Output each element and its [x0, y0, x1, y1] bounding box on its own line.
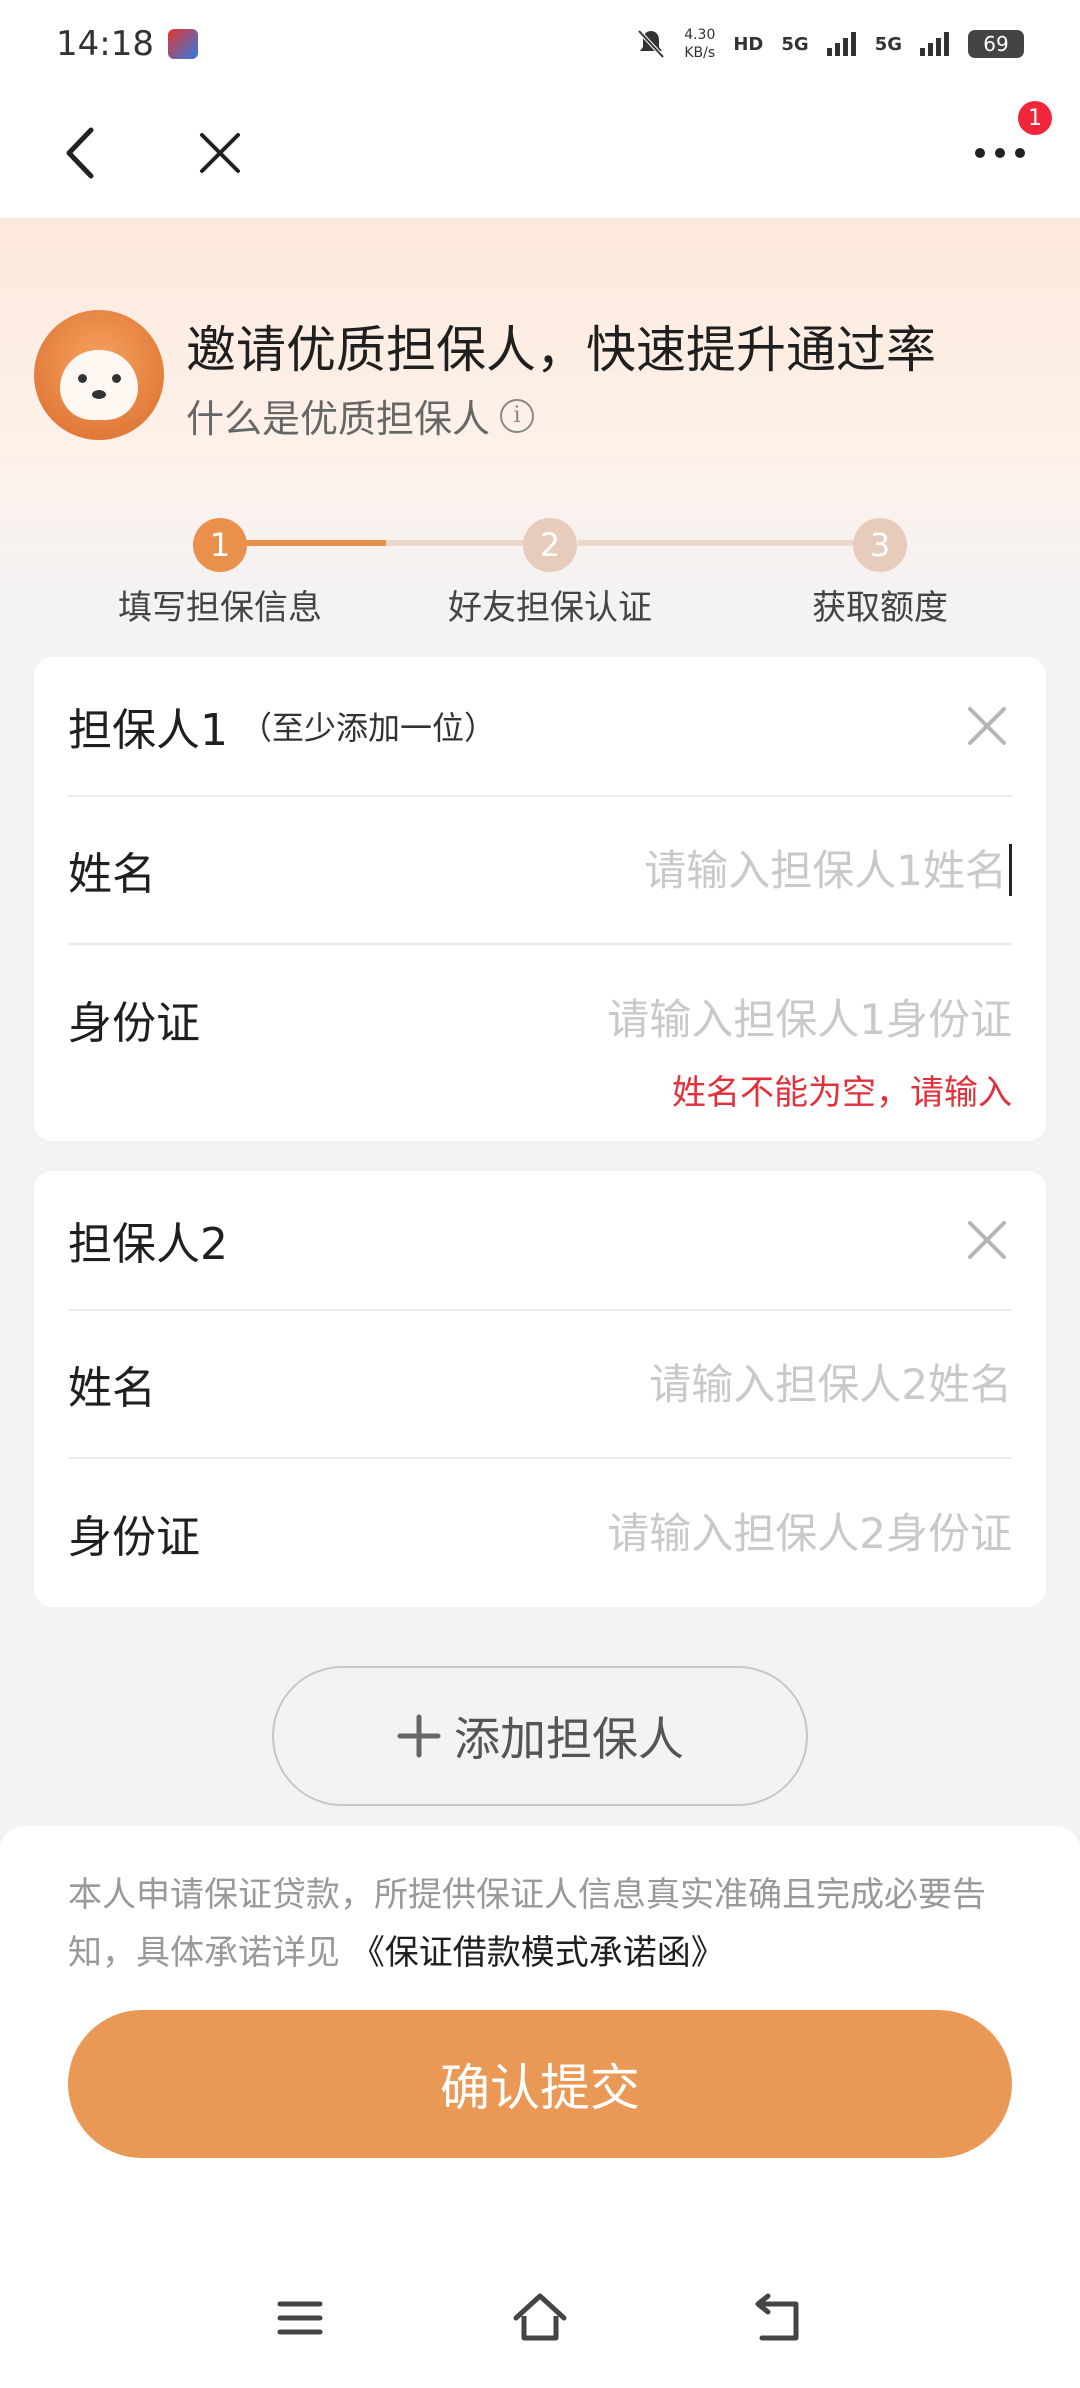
- net-speed: 4.30 KB/s: [684, 27, 716, 61]
- progress-steps: 1 2 3 填写担保信息 好友担保认证 获取额度: [0, 510, 1080, 630]
- text-caret: [1009, 844, 1012, 896]
- add-guarantor-label: 添加担保人: [454, 1712, 684, 1766]
- guarantor-1-name-input[interactable]: [328, 845, 1007, 895]
- back-button[interactable]: [50, 123, 110, 183]
- subtitle-text: 什么是优质担保人: [186, 397, 491, 441]
- add-guarantor-button[interactable]: 添加担保人: [272, 1666, 808, 1806]
- step-2-label: 好友担保认证: [448, 588, 652, 628]
- close-icon: [200, 133, 240, 173]
- status-time: 14:18: [56, 24, 154, 64]
- step-1-label: 填写担保信息: [118, 588, 322, 628]
- plus-icon: [397, 1714, 441, 1758]
- guarantor-1-hint: （至少添加一位）: [240, 709, 497, 747]
- step-3-circle: 3: [853, 518, 907, 572]
- guarantor-2-name-row: 姓名: [68, 1311, 1012, 1459]
- name-error-message: 姓名不能为空，请输入: [672, 1073, 1012, 1113]
- guarantor-1-header: 担保人1 （至少添加一位）: [68, 657, 1012, 797]
- agreement-text: 本人申请保证贷款，所提供保证人信息真实准确且完成必要告知，具体承诺详见 《保证借…: [68, 1866, 1018, 1982]
- app-notification-icon: [167, 29, 198, 59]
- mascot-avatar: [34, 310, 164, 440]
- remove-guarantor-1-icon[interactable]: [962, 701, 1012, 751]
- close-button[interactable]: [190, 123, 250, 183]
- id-label: 身份证: [68, 1512, 200, 1563]
- step-connector: [578, 540, 880, 546]
- guarantor-1-name-row: 姓名: [68, 797, 1012, 945]
- step-1-circle: 1: [193, 518, 247, 572]
- status-bar: 14:18 4.30 KB/s HD 5G 5G 69: [0, 0, 1080, 88]
- guarantor-2-title: 担保人2: [68, 1219, 228, 1270]
- step-2-circle: 2: [523, 518, 577, 572]
- guarantor-1-id-input[interactable]: [328, 994, 1012, 1044]
- guarantor-2-header: 担保人2: [68, 1171, 1012, 1311]
- signal-bars-icon: [920, 32, 949, 56]
- guarantor-2-card: 担保人2 姓名 身份证: [34, 1171, 1046, 1607]
- home-icon[interactable]: [508, 2286, 572, 2350]
- step-3-label: 获取额度: [812, 588, 948, 628]
- hd-icon: HD: [733, 33, 764, 55]
- more-button[interactable]: 1: [970, 101, 1052, 183]
- info-icon: i: [500, 398, 535, 433]
- guarantor-2-id-input[interactable]: [328, 1508, 1012, 1558]
- page-title: 邀请优质担保人，快速提升通过率: [186, 321, 936, 379]
- signal-5g-2: 5G: [874, 33, 902, 55]
- system-nav-bar: [0, 2286, 1080, 2366]
- menu-icon[interactable]: [268, 2286, 332, 2350]
- battery-icon: 69: [968, 30, 1024, 58]
- bottom-panel: 本人申请保证贷款，所提供保证人信息真实准确且完成必要告知，具体承诺详见 《保证借…: [0, 1826, 1080, 2388]
- back-nav-icon[interactable]: [748, 2286, 812, 2350]
- guarantor-2-id-row: 身份证: [68, 1459, 1012, 1607]
- chevron-left-icon: [66, 127, 94, 179]
- name-label: 姓名: [68, 1363, 156, 1414]
- nav-bar: 1: [0, 88, 1080, 218]
- id-label: 身份证: [68, 998, 200, 1049]
- agreement-link[interactable]: 《保证借款模式承诺函》: [351, 1933, 725, 1973]
- what-is-guarantor-link[interactable]: 什么是优质担保人 i: [186, 388, 535, 443]
- mute-bell-icon: [637, 29, 665, 59]
- guarantor-2-name-input[interactable]: [328, 1359, 1012, 1409]
- signal-5g-1: 5G: [781, 33, 809, 55]
- more-dots-icon: [975, 148, 1025, 158]
- signal-bars-icon: [826, 32, 856, 56]
- status-icons: 4.30 KB/s HD 5G 5G 69: [636, 26, 1024, 62]
- notification-badge: 1: [1018, 101, 1052, 135]
- submit-button[interactable]: 确认提交: [68, 2010, 1012, 2158]
- guarantor-1-title: 担保人1: [68, 705, 228, 756]
- name-label: 姓名: [68, 849, 156, 900]
- remove-guarantor-2-icon[interactable]: [962, 1215, 1012, 1265]
- guarantor-1-card: 担保人1 （至少添加一位） 姓名 身份证 姓名不能为空，请输入: [34, 657, 1046, 1141]
